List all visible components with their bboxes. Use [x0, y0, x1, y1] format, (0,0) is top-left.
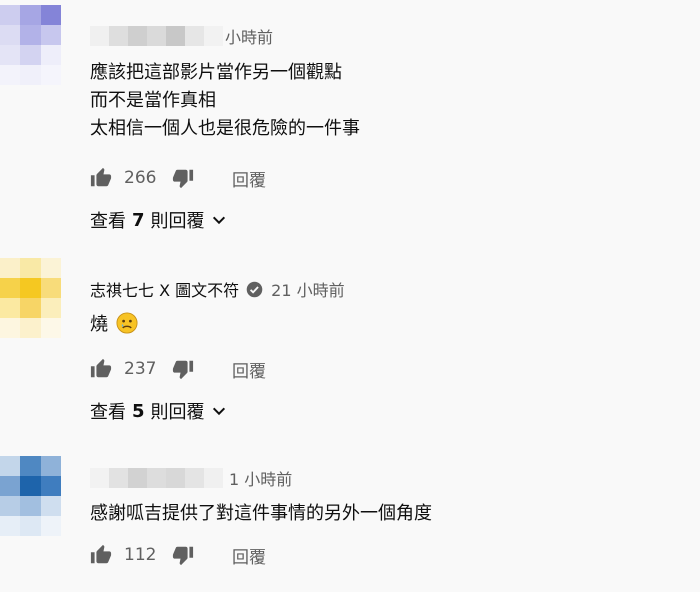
avatar-pixel [0, 516, 21, 536]
avatar-pixel [0, 298, 21, 318]
avatar-pixel [0, 476, 21, 496]
mosaic-block [128, 26, 147, 46]
comment-text-line: 應該把這部影片當作另一個觀點 [90, 62, 342, 83]
avatar-pixel [20, 298, 41, 318]
comment-text: 感謝呱吉提供了對這件事情的另外一個角度 [90, 500, 432, 528]
avatar-pixel [20, 278, 41, 298]
mosaic-block [204, 468, 223, 488]
mosaic-block [90, 26, 109, 46]
view-replies-suffix: 則回覆 [150, 402, 205, 423]
reply-button[interactable]: 回覆 [232, 166, 266, 191]
comment-header: 小時前 [90, 24, 273, 48]
comment-time[interactable]: 小時前 [225, 24, 273, 48]
mosaic-block [204, 26, 223, 46]
avatar-pixel [40, 45, 61, 65]
comment-header: 1 小時前 [90, 466, 292, 490]
avatar-pixel [20, 496, 41, 516]
avatar-pixel [20, 45, 41, 65]
mosaic-block [185, 468, 204, 488]
avatar-pixel [40, 258, 61, 278]
comment-actions: 237 回覆 [90, 357, 266, 382]
avatar-pixel [20, 65, 41, 85]
avatar-pixel [20, 5, 41, 25]
author-name-redacted[interactable] [90, 26, 223, 46]
comment-text-line: 燒 [90, 314, 108, 335]
avatar-pixel [40, 516, 61, 536]
mosaic-block [147, 26, 166, 46]
mosaic-block [166, 468, 185, 488]
avatar-pixel [0, 25, 21, 45]
avatar-pixel [40, 25, 61, 45]
mosaic-block [109, 26, 128, 46]
comment-text-line: 感謝呱吉提供了對這件事情的另外一個角度 [90, 503, 432, 524]
avatar-pixel [0, 258, 21, 278]
comment-text-line: 太相信一個人也是很危險的一件事 [90, 118, 360, 139]
avatar-pixel [20, 25, 41, 45]
avatar-pixel [0, 65, 21, 85]
avatar-pixel [40, 456, 61, 476]
comment-time[interactable]: 21 小時前 [271, 277, 344, 301]
thumbs-down-icon[interactable] [172, 358, 194, 380]
avatar-pixel [20, 258, 41, 278]
like-count: 266 [124, 168, 157, 188]
view-replies-button[interactable]: 查看 7 則回覆 [90, 207, 227, 233]
avatar-pixel [20, 456, 41, 476]
comment-actions: 266 回覆 [90, 166, 266, 191]
thumbs-down-icon[interactable] [172, 167, 194, 189]
avatar-pixel [40, 298, 61, 318]
avatar-pixel [40, 65, 61, 85]
avatar-pixel [0, 496, 21, 516]
mosaic-block [109, 468, 128, 488]
avatar-pixel [40, 496, 61, 516]
avatar-pixel [20, 476, 41, 496]
like-count: 237 [124, 359, 157, 379]
thumbs-up-icon[interactable] [90, 167, 112, 189]
comment-actions: 112 回覆 [90, 543, 266, 568]
reply-button[interactable]: 回覆 [232, 357, 266, 382]
avatar-pixel [0, 318, 21, 338]
avatar-pixel [40, 5, 61, 25]
avatar-pixel [40, 476, 61, 496]
author-name-redacted[interactable] [90, 468, 223, 488]
avatar-pixel [40, 318, 61, 338]
thumbs-up-icon[interactable] [90, 544, 112, 566]
thumbs-down-icon[interactable] [172, 544, 194, 566]
avatar-pixel [0, 5, 21, 25]
verified-check-icon [246, 281, 263, 297]
mosaic-block [166, 26, 185, 46]
mosaic-block [90, 468, 109, 488]
thumbs-up-icon[interactable] [90, 358, 112, 380]
view-replies-count: 7 [132, 209, 145, 231]
chevron-down-icon [212, 407, 225, 416]
author-name[interactable]: 志祺七七 X 圖文不符 [90, 277, 239, 301]
avatar-pixel [20, 516, 41, 536]
comment-text: 燒 [90, 311, 138, 339]
mosaic-block [128, 468, 147, 488]
comment-header: 志祺七七 X 圖文不符 21 小時前 [90, 277, 345, 301]
avatar[interactable] [0, 456, 61, 536]
view-replies-prefix: 查看 [90, 402, 126, 423]
avatar-pixel [40, 278, 61, 298]
avatar-pixel [20, 318, 41, 338]
comment-text-line: 而不是當作真相 [90, 90, 216, 111]
view-replies-button[interactable]: 查看 5 則回覆 [90, 398, 227, 424]
avatar[interactable] [0, 5, 61, 85]
like-count: 112 [124, 545, 157, 565]
view-replies-count: 5 [132, 400, 145, 422]
avatar-pixel [0, 278, 21, 298]
view-replies-suffix: 則回覆 [150, 211, 205, 232]
chevron-down-icon [212, 216, 225, 225]
mosaic-block [185, 26, 204, 46]
mosaic-block [147, 468, 166, 488]
avatar-pixel [0, 45, 21, 65]
sad-face-emoji-icon [116, 312, 138, 334]
comment-time[interactable]: 1 小時前 [229, 466, 292, 490]
reply-button[interactable]: 回覆 [232, 543, 266, 568]
comment-text: 應該把這部影片當作另一個觀點 而不是當作真相 太相信一個人也是很危險的一件事 [90, 59, 360, 143]
avatar-pixel [0, 456, 21, 476]
avatar[interactable] [0, 258, 61, 338]
view-replies-prefix: 查看 [90, 211, 126, 232]
